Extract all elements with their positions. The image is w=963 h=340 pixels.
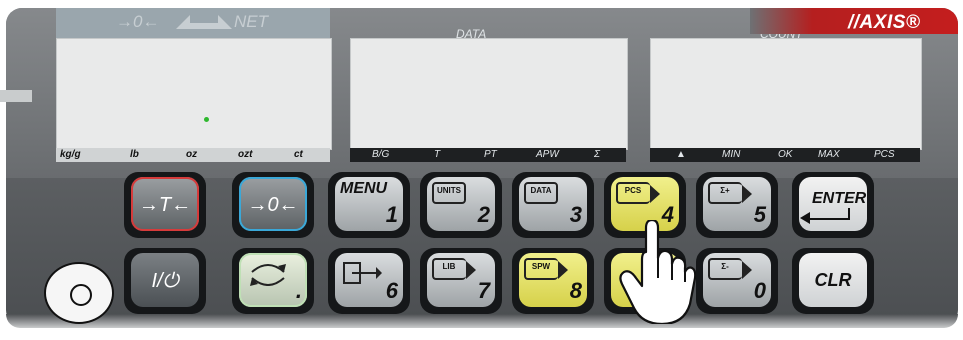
unit-lb: lb (130, 149, 139, 160)
unit-apw: APW (536, 149, 559, 160)
side-tab (0, 90, 32, 102)
sum-plus-icon-label: Σ+ (720, 186, 730, 195)
unit-sigma: Σ (594, 149, 600, 160)
unit-ok: OK (778, 149, 793, 160)
units-icon-label: UNITS (437, 186, 461, 195)
unit-ozt: ozt (238, 149, 253, 160)
pointing-hand-icon (618, 218, 697, 326)
count-display (650, 38, 922, 150)
unit-min: MIN (722, 149, 741, 160)
lib-icon-label: LIB (442, 262, 456, 271)
on-off-label: I/⏻ (151, 270, 179, 292)
print-arrow-icon (342, 260, 382, 286)
unit-pt: PT (484, 149, 497, 160)
clear-button[interactable]: CLR (792, 248, 874, 314)
sum-minus-icon-label: Σ- (721, 262, 729, 271)
dot-number: . (295, 278, 302, 303)
menu-label: MENU (340, 180, 388, 197)
unit-max: MAX (818, 149, 840, 160)
scale-keypad: →0← NET DATA COUNT //AXIS® kg/g lb oz oz… (0, 0, 963, 340)
data-button[interactable]: DATA 3 (512, 172, 594, 238)
lib-number: 7 (477, 278, 490, 303)
power-circle-icon (70, 284, 92, 306)
unit-pcs: PCS (874, 149, 895, 160)
tare-label: →T← (138, 194, 192, 216)
tare-button[interactable]: →T← (124, 172, 206, 238)
spw-button[interactable]: SPW 8 (512, 248, 594, 314)
lib-button[interactable]: LIB 7 (420, 248, 502, 314)
print-number: 6 (385, 278, 398, 303)
unit-kg-g: kg/g (60, 149, 81, 160)
sum-plus-button[interactable]: Σ+ 5 (696, 172, 778, 238)
data-icon-label: DATA (530, 186, 552, 195)
status-dot (204, 117, 209, 122)
sum-minus-button[interactable]: Σ- 0 (696, 248, 778, 314)
enter-arrow-icon (800, 208, 850, 224)
data-display (350, 38, 628, 150)
sum-plus-number: 5 (753, 202, 766, 227)
pcs-icon-label: PCS (624, 186, 642, 195)
unit-bg: B/G (372, 149, 390, 160)
on-off-button[interactable]: I/⏻ (124, 248, 206, 314)
brand-logo: //AXIS® (848, 12, 921, 33)
zero-button[interactable]: →0← (232, 172, 314, 238)
enter-button[interactable]: ENTER (792, 172, 874, 238)
cycle-arrows-icon (248, 262, 288, 286)
data-number: 3 (569, 202, 582, 227)
enter-label: ENTER (812, 190, 867, 207)
menu-button[interactable]: MENU 1 (328, 172, 410, 238)
unit-t: T (434, 149, 441, 160)
unit-ct: ct (294, 149, 303, 160)
units-number: 2 (477, 202, 490, 227)
unit-triangle: ▲ (676, 149, 686, 160)
net-indicator: NET (234, 12, 268, 31)
clear-label: CLR (814, 270, 852, 290)
zero-indicator: →0← (116, 12, 160, 31)
spw-icon-label: SPW (531, 262, 551, 271)
panel-bottom (6, 314, 958, 328)
weight-display (56, 38, 332, 150)
stable-indicator-icon (176, 15, 232, 29)
zero-label: →0← (247, 194, 299, 216)
dot-button[interactable]: . (232, 248, 314, 314)
menu-number: 1 (385, 202, 398, 227)
unit-oz: oz (186, 149, 198, 160)
print-button[interactable]: 6 (328, 248, 410, 314)
sum-minus-number: 0 (753, 278, 766, 303)
power-switch[interactable] (44, 262, 114, 324)
spw-number: 8 (569, 278, 582, 303)
units-button[interactable]: UNITS 2 (420, 172, 502, 238)
